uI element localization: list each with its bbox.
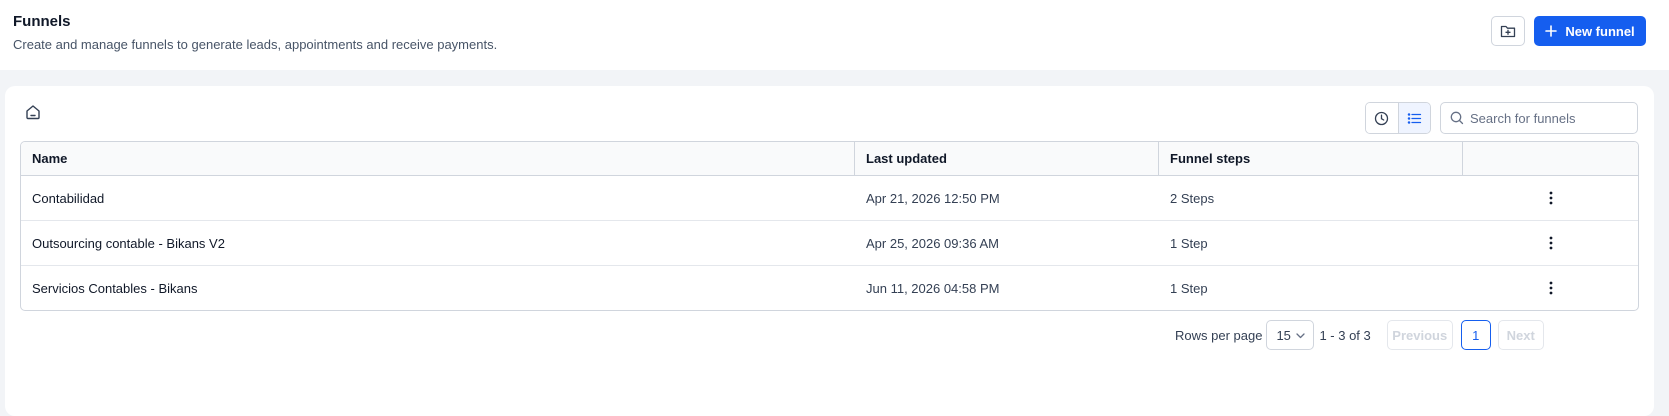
next-page-button[interactable]: Next [1497, 320, 1544, 350]
more-vertical-icon [1549, 236, 1552, 250]
row-actions-cell [1463, 266, 1638, 310]
more-vertical-icon [1549, 281, 1552, 295]
rows-per-page-select[interactable]: 15 [1266, 320, 1315, 350]
recent-view-button[interactable] [1366, 103, 1399, 133]
new-funnel-label: New funnel [1565, 23, 1635, 39]
last-updated: Apr 25, 2026 09:36 AM [866, 235, 999, 251]
list-view-button[interactable] [1398, 103, 1430, 133]
row-actions-cell [1463, 176, 1638, 220]
column-header-name[interactable]: Name [21, 142, 855, 175]
previous-page-button[interactable]: Previous [1386, 320, 1453, 350]
new-folder-button[interactable] [1491, 16, 1525, 46]
row-menu-button[interactable] [1541, 188, 1561, 208]
new-funnel-button[interactable]: New funnel [1534, 16, 1646, 46]
column-header-last-updated[interactable]: Last updated [855, 142, 1159, 175]
list-icon [1407, 112, 1421, 124]
funnel-name[interactable]: Contabilidad [21, 176, 855, 220]
search-icon [1450, 111, 1464, 125]
page-title: Funnels [13, 13, 71, 30]
page-subtitle: Create and manage funnels to generate le… [13, 37, 498, 52]
rows-per-page-label: Rows per page [1175, 327, 1263, 343]
search-input[interactable] [1470, 110, 1630, 126]
column-header-funnel-steps[interactable]: Funnel steps [1159, 142, 1463, 175]
page-header: Funnels Create and manage funnels to gen… [0, 0, 1669, 70]
page-number-button[interactable]: 1 [1460, 320, 1491, 350]
table-row[interactable]: Servicios Contables - Bikans Jun 11, 202… [21, 266, 1638, 310]
folder-plus-icon [1500, 25, 1516, 38]
table-row[interactable]: Outsourcing contable - Bikans V2 Apr 25,… [21, 221, 1638, 266]
funnel-name[interactable]: Servicios Contables - Bikans [21, 266, 855, 310]
funnel-steps: 1 Step [1170, 235, 1208, 251]
search-box [1440, 102, 1638, 134]
row-menu-button[interactable] [1541, 233, 1561, 253]
funnel-name[interactable]: Outsourcing contable - Bikans V2 [21, 221, 855, 265]
funnel-steps: 1 Step [1170, 280, 1208, 296]
funnel-steps: 2 Steps [1170, 190, 1215, 206]
more-vertical-icon [1549, 191, 1552, 205]
row-actions-cell [1463, 221, 1638, 265]
clock-icon [1375, 111, 1389, 125]
funnels-table: Name Last updated Funnel steps Contabili… [20, 141, 1639, 311]
home-icon[interactable] [24, 103, 42, 121]
funnels-card: Name Last updated Funnel steps Contabili… [5, 86, 1654, 416]
page-range: 1 - 3 of 3 [1319, 327, 1371, 343]
last-updated: Apr 21, 2026 12:50 PM [866, 190, 1000, 206]
table-header: Name Last updated Funnel steps [21, 142, 1638, 176]
table-row[interactable]: Contabilidad Apr 21, 2026 12:50 PM 2 Ste… [21, 176, 1638, 221]
last-updated: Jun 11, 2026 04:58 PM [866, 280, 1000, 296]
row-menu-button[interactable] [1541, 278, 1561, 298]
view-toggle [1365, 102, 1431, 134]
plus-icon [1545, 25, 1558, 37]
chevron-down-icon [1296, 332, 1306, 338]
pagination: Rows per page 15 1 - 3 of 3 Previous 1 N… [1175, 319, 1544, 351]
column-header-actions [1463, 142, 1638, 175]
rows-per-page-value: 15 [1276, 327, 1291, 343]
